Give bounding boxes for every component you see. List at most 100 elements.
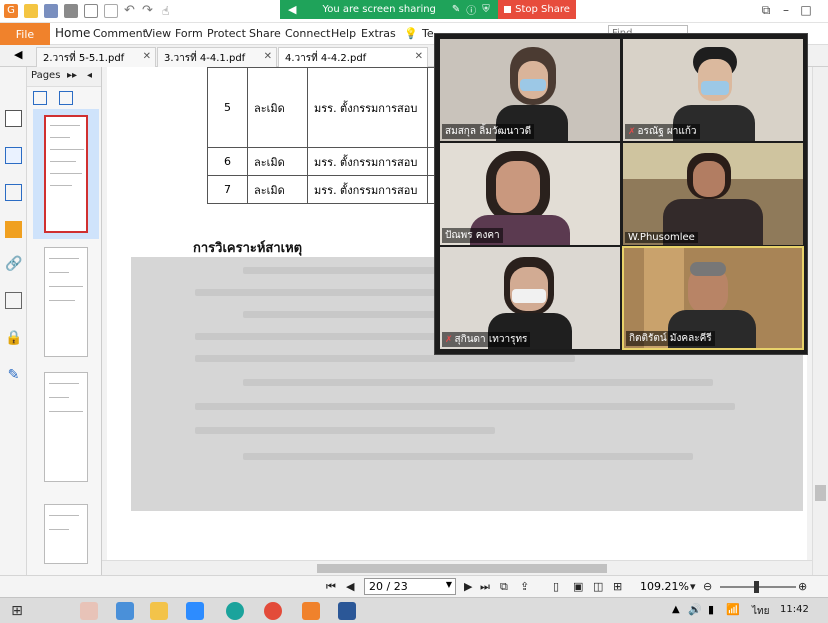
vertical-scroll-thumb[interactable] (815, 485, 826, 501)
pages-panel-icon[interactable] (5, 147, 22, 164)
shield-icon[interactable]: ⛨ (482, 4, 490, 15)
menu-share[interactable]: Share (249, 27, 281, 40)
windows-start-icon[interactable]: ⊞ (8, 602, 26, 620)
video-tile[interactable]: สมสกุล ลิ้มวัฒนาวดี (440, 39, 620, 141)
page-thumbnail[interactable] (44, 247, 88, 357)
thumbnail-zoom-in-icon[interactable] (33, 91, 47, 105)
menu-form[interactable]: Form (175, 27, 203, 40)
hand-tool-icon[interactable]: ☝ (162, 4, 176, 18)
participant-name-tag: ปัณพร คงคา (442, 228, 503, 243)
menu-extras[interactable]: Extras (361, 27, 396, 40)
new-doc-icon[interactable] (104, 4, 118, 18)
last-page-icon[interactable]: ⏭ (480, 580, 490, 594)
thumbnail-zoom-out-icon[interactable] (59, 91, 73, 105)
battery-icon[interactable]: ▮ (708, 603, 714, 616)
page-thumbnail-current[interactable] (44, 115, 88, 233)
zoom-in-icon[interactable]: ⊕ (798, 580, 807, 593)
tab-doc-4-active[interactable]: 4.วารที่ 4-4.2.pdf ✕ (278, 47, 428, 68)
signature-icon[interactable] (5, 292, 22, 309)
app-icon[interactable] (80, 602, 98, 620)
system-clock[interactable]: 11:42 (780, 604, 809, 615)
user-search-icon[interactable]: ✎ (5, 367, 22, 384)
network-icon[interactable]: 📶 (726, 603, 740, 616)
layers-icon[interactable] (5, 184, 22, 201)
screen-icon[interactable] (84, 4, 98, 18)
menu-comment[interactable]: Comment (93, 27, 147, 40)
tab-doc-2[interactable]: 2.วารที่ 5-5.1.pdf ✕ (36, 47, 156, 67)
close-icon[interactable]: ✕ (415, 51, 423, 62)
first-page-icon[interactable]: ⏮ (326, 580, 336, 594)
attachment-icon[interactable]: 🔗 (5, 256, 22, 273)
lightbulb-icon[interactable]: 💡 (404, 27, 418, 40)
continuous-page-icon[interactable]: ▣ (573, 580, 583, 593)
video-tile[interactable]: W.Phusomlee (623, 143, 803, 245)
page-thumbnail[interactable] (44, 504, 88, 564)
undo-icon[interactable]: ↶ (124, 4, 138, 18)
prev-page-icon[interactable]: ◀ (346, 580, 354, 593)
vertical-scrollbar[interactable] (812, 67, 828, 575)
save-icon[interactable] (44, 4, 58, 18)
internet-explorer-icon[interactable] (116, 602, 134, 620)
chrome-icon[interactable] (264, 602, 282, 620)
save-as-icon[interactable]: ⧉ (500, 580, 508, 594)
single-page-icon[interactable]: ▯ (553, 580, 559, 593)
menu-protect[interactable]: Protect (207, 27, 246, 40)
volume-icon[interactable]: 🔊 (688, 603, 702, 616)
table-cell-who: มรร. ตั้งกรรมการสอบ (307, 67, 428, 148)
redo-icon[interactable]: ↷ (142, 4, 156, 18)
maximize-icon[interactable]: □ (798, 2, 814, 18)
input-language[interactable]: ไทย (752, 604, 769, 619)
horizontal-scrollbar[interactable] (102, 560, 812, 575)
facing-page-icon[interactable]: ◫ (593, 580, 603, 593)
expand-panel-icon[interactable]: ▸▸ (67, 70, 77, 81)
foxit-reader-icon[interactable] (302, 602, 320, 620)
export-icon[interactable]: ⇪ (520, 580, 529, 593)
cover-page-icon[interactable]: ⊞ (613, 580, 622, 593)
mute-icon[interactable]: ✎ (452, 4, 460, 15)
zoom-level[interactable]: 109.21% (640, 580, 689, 593)
edge-icon[interactable] (226, 602, 244, 620)
pages-panel: Pages ▸▸ ◂ (27, 67, 102, 575)
menu-view[interactable]: View (145, 27, 171, 40)
zoom-video-grid[interactable]: สมสกุล ลิ้มวัฒนาวดี ✗ อรณัฐ ผาแก้ว ปัณพร … (434, 33, 808, 355)
close-icon[interactable]: ✕ (143, 51, 151, 62)
word-icon[interactable] (338, 602, 356, 620)
minimize-icon[interactable]: – (778, 2, 794, 18)
menu-connect[interactable]: Connect (285, 27, 330, 40)
next-page-icon[interactable]: ▶ (464, 580, 472, 593)
lock-icon[interactable]: 🔒 (5, 330, 22, 347)
tab-scroll-left-icon[interactable]: ◀ (14, 48, 22, 61)
print-icon[interactable] (64, 4, 78, 18)
tab-doc-3[interactable]: 3.วารที่ 4-4.1.pdf ✕ (157, 47, 277, 67)
file-explorer-icon[interactable] (150, 602, 168, 620)
tell-me-label[interactable]: Te (422, 27, 434, 40)
bookmark-panel-icon[interactable] (5, 110, 22, 127)
mic-muted-icon: ✗ (628, 126, 636, 137)
close-icon[interactable]: ✕ (264, 51, 272, 62)
menu-home[interactable]: Home (55, 26, 90, 40)
zoom-slider[interactable] (720, 581, 796, 593)
info-icon[interactable]: ⓘ (466, 2, 476, 17)
file-menu-button[interactable]: File (0, 23, 50, 45)
stop-share-button[interactable]: Stop Share (498, 0, 576, 19)
open-folder-icon[interactable] (24, 4, 38, 18)
comments-icon[interactable] (5, 221, 22, 238)
status-bar: ⏮ ◀ 20 / 23 ▼ ▶ ⏭ ⧉ ⇪ ▯ ▣ ◫ ⊞ 109.21% ▾ … (0, 575, 828, 597)
video-tile[interactable]: ✗ อรณัฐ ผาแก้ว (623, 39, 803, 141)
video-tile-active-speaker[interactable]: กิตติรัตน์ มังคละคีรี (622, 246, 804, 350)
page-thumbnail[interactable] (44, 372, 88, 482)
show-hidden-icons-icon[interactable]: ▲ (672, 604, 680, 615)
zoom-slider-handle[interactable] (754, 581, 759, 593)
participant-name: W.Phusomlee (628, 232, 695, 243)
zoom-app-icon[interactable] (186, 602, 204, 620)
collapse-panel-icon[interactable]: ◂ (87, 70, 92, 81)
horizontal-scroll-thumb[interactable] (317, 564, 607, 573)
page-number-field[interactable]: 20 / 23 ▼ (364, 578, 456, 595)
restore-icon[interactable]: ⧉ (758, 2, 774, 18)
zoom-out-icon[interactable]: ⊖ (703, 580, 712, 593)
video-tile[interactable]: ปัณพร คงคา (440, 143, 620, 245)
chevron-down-icon[interactable]: ▼ (446, 580, 452, 589)
menu-help[interactable]: Help (331, 27, 356, 40)
zoom-dropdown-icon[interactable]: ▾ (690, 580, 696, 593)
video-tile[interactable]: ✗ สุกินดา เทวารุทร (440, 247, 620, 349)
